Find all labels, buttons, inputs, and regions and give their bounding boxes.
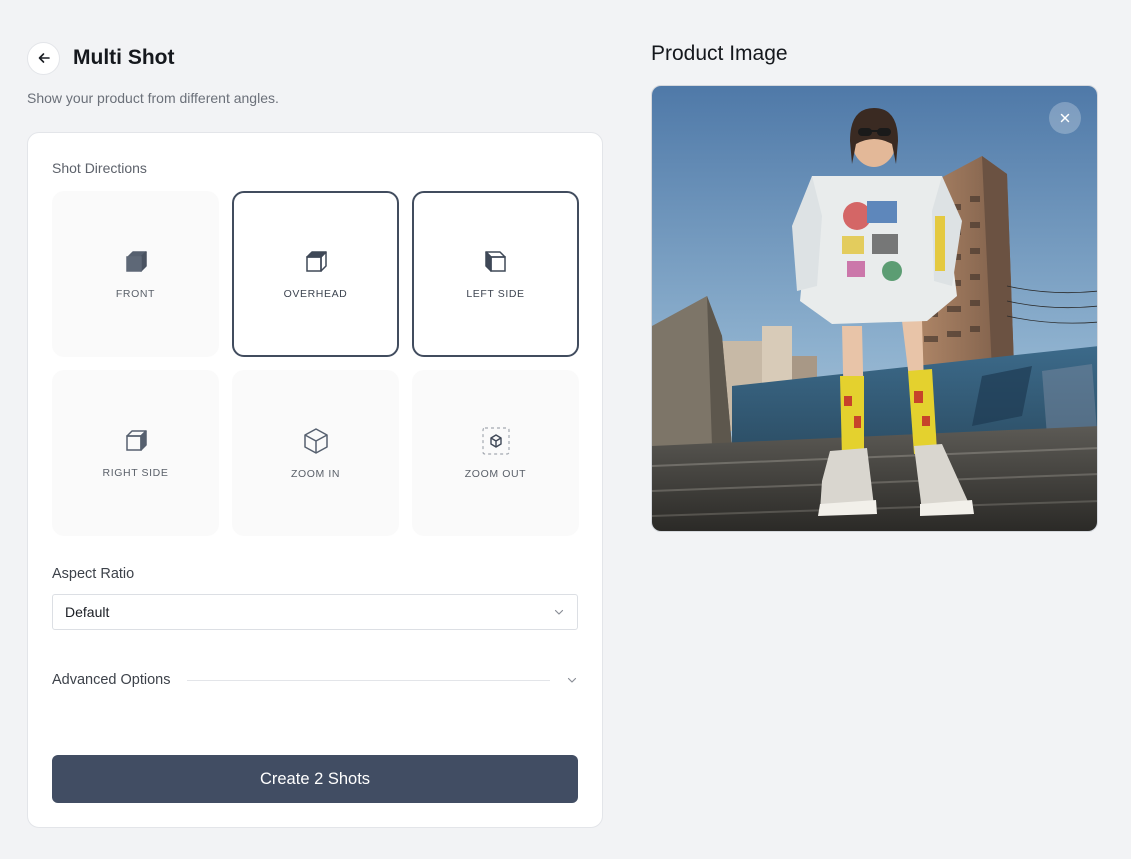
- cube-front-icon: [125, 251, 147, 272]
- back-button[interactable]: [27, 41, 60, 75]
- right-panel: Product Image: [651, 42, 1099, 532]
- chevron-down-icon: [567, 677, 577, 683]
- aspect-ratio-select[interactable]: Default: [52, 594, 578, 630]
- shot-tile-label: RIGHT SIDE: [102, 467, 169, 479]
- chevron-down-icon: [554, 609, 564, 615]
- page-title: Multi Shot: [73, 46, 175, 69]
- shot-tile-overhead[interactable]: OVERHEAD: [232, 191, 399, 357]
- settings-card: Shot Directions FRONT OVERHEAD LEFT SIDE…: [27, 132, 603, 828]
- arrow-left-icon: [38, 53, 50, 63]
- shot-tile-right-side[interactable]: RIGHT SIDE: [52, 370, 219, 536]
- shot-tile-label: LEFT SIDE: [466, 288, 525, 300]
- product-image: [651, 85, 1098, 532]
- cube-right-side-icon: [125, 430, 147, 451]
- cube-left-side-icon: [484, 251, 506, 272]
- left-panel: Multi Shot Show your product from differ…: [27, 41, 603, 828]
- shot-tile-front[interactable]: FRONT: [52, 191, 219, 357]
- create-shots-button[interactable]: Create 2 Shots: [52, 755, 578, 803]
- close-icon: [1060, 113, 1070, 123]
- shot-tile-label: ZOOM OUT: [464, 468, 527, 480]
- remove-image-button[interactable]: [1049, 102, 1081, 134]
- shot-tile-zoom-out[interactable]: ZOOM OUT: [412, 370, 579, 536]
- shot-tile-left-side[interactable]: LEFT SIDE: [412, 191, 579, 357]
- cube-zoom-in-icon: [303, 428, 328, 454]
- page-header: Multi Shot: [27, 41, 603, 75]
- advanced-options-label: Advanced Options: [52, 672, 171, 688]
- product-photo: [652, 86, 1097, 531]
- shot-tile-label: OVERHEAD: [283, 288, 348, 300]
- shot-tile-label: FRONT: [115, 288, 156, 300]
- shot-directions-label: Shot Directions: [52, 160, 147, 176]
- shot-tile-zoom-in[interactable]: ZOOM IN: [232, 370, 399, 536]
- product-image-title: Product Image: [651, 42, 788, 65]
- shot-directions-grid: FRONT OVERHEAD LEFT SIDE RIGHT SIDE ZOOM…: [52, 191, 579, 536]
- shot-tile-label: ZOOM IN: [290, 468, 341, 480]
- cube-zoom-out-icon: [481, 427, 510, 455]
- page-subtitle: Show your product from different angles.: [27, 90, 279, 106]
- cube-overhead-icon: [305, 251, 327, 272]
- divider: [186, 679, 550, 681]
- aspect-ratio-label: Aspect Ratio: [52, 566, 135, 582]
- advanced-options-toggle[interactable]: Advanced Options: [52, 672, 578, 688]
- aspect-ratio-value: Default: [65, 604, 110, 620]
